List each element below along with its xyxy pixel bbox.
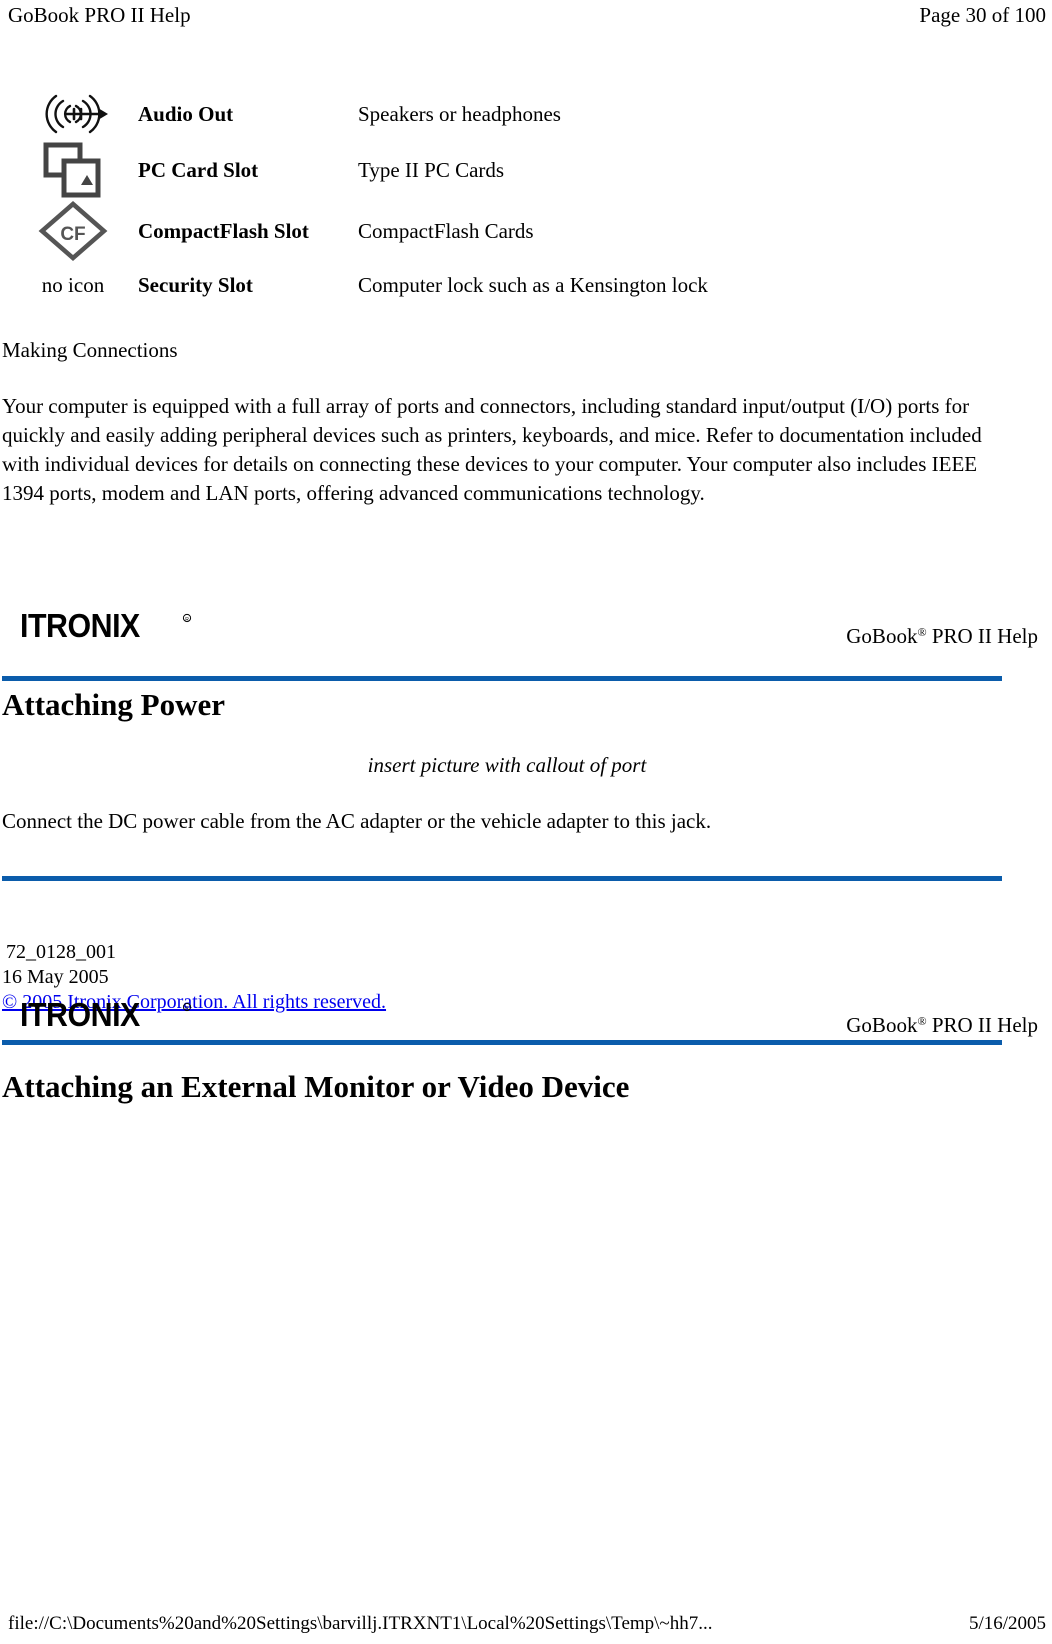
brand-band: ITRONIX R GoBook® PRO II Help <box>0 605 1052 665</box>
brand-band-product: GoBook <box>846 1013 918 1037</box>
print-footer: file://C:\Documents%20and%20Settings\bar… <box>0 1612 1052 1636</box>
port-name: Audio Out <box>138 102 234 126</box>
print-footer-path: file://C:\Documents%20and%20Settings\bar… <box>8 1613 713 1634</box>
print-footer-date: 5/16/2005 <box>968 1613 1046 1634</box>
making-connections-paragraph: Your computer is equipped with a full ar… <box>2 394 982 505</box>
svg-text:ITRONIX: ITRONIX <box>20 996 140 1033</box>
making-connections-heading: Making Connections <box>2 338 178 362</box>
brand-band-product-tail: PRO II Help <box>926 624 1038 648</box>
brand-band-right-label: GoBook® PRO II Help <box>846 1012 1038 1038</box>
document-date: 16 May 2005 <box>2 966 109 988</box>
port-description: Type II PC Cards <box>358 158 505 182</box>
itronix-logo: ITRONIX R <box>20 607 192 644</box>
port-description: CompactFlash Cards <box>358 219 534 243</box>
brand-band-product-tail: PRO II Help <box>926 1013 1038 1037</box>
registered-mark-icon: ® <box>917 1014 927 1028</box>
ports-table: Audio Out Speakers or headphones PC Card… <box>8 88 1018 308</box>
itronix-logo: ITRONIX R <box>20 996 192 1033</box>
table-row: PC Card Slot Type II PC Cards <box>8 140 1018 200</box>
audio-out-icon <box>8 88 138 140</box>
port-name: PC Card Slot <box>138 158 259 182</box>
port-description: Speakers or headphones <box>358 102 561 126</box>
attaching-power-paragraph: Connect the DC power cable from the AC a… <box>2 809 712 833</box>
document-number: 72_0128_001 <box>6 941 116 963</box>
no-icon-label: no icon <box>41 273 105 297</box>
port-description: Computer lock such as a Kensington lock <box>358 273 708 297</box>
image-placeholder-caption: insert picture with callout of port <box>367 753 647 777</box>
svg-text:R: R <box>185 1006 189 1012</box>
svg-text:CF: CF <box>60 224 85 245</box>
print-header-title: GoBook PRO II Help <box>8 3 191 27</box>
section-divider-rule <box>2 876 1002 881</box>
pc-card-slot-icon <box>8 140 138 200</box>
port-name: CompactFlash Slot <box>138 219 309 243</box>
table-row: no icon Security Slot Computer lock such… <box>8 262 1018 308</box>
document-page: GoBook PRO II Help Page 30 of 100 Audio … <box>0 0 1052 1644</box>
brand-band-secondary: ITRONIX R GoBook® PRO II Help <box>0 994 1052 1054</box>
table-row: CF CompactFlash Slot CompactFlash Cards <box>8 200 1018 262</box>
table-row: Audio Out Speakers or headphones <box>8 88 1018 140</box>
brand-band-product: GoBook <box>846 624 918 648</box>
print-header-page-number: Page 30 of 100 <box>919 3 1046 27</box>
brand-band-right-label: GoBook® PRO II Help <box>846 623 1038 649</box>
svg-text:R: R <box>185 617 189 623</box>
port-name: Security Slot <box>138 273 253 297</box>
brand-band-rule <box>2 676 1002 681</box>
svg-text:ITRONIX: ITRONIX <box>20 607 140 644</box>
next-section-title: Attaching an External Monitor or Video D… <box>2 1069 630 1104</box>
no-icon-placeholder: no icon <box>8 262 138 308</box>
page-title: Attaching Power <box>2 687 225 722</box>
compactflash-slot-icon: CF <box>8 200 138 262</box>
brand-band-rule-secondary <box>2 1040 1002 1045</box>
registered-mark-icon: ® <box>917 625 927 639</box>
print-header: GoBook PRO II Help Page 30 of 100 <box>0 0 1052 40</box>
